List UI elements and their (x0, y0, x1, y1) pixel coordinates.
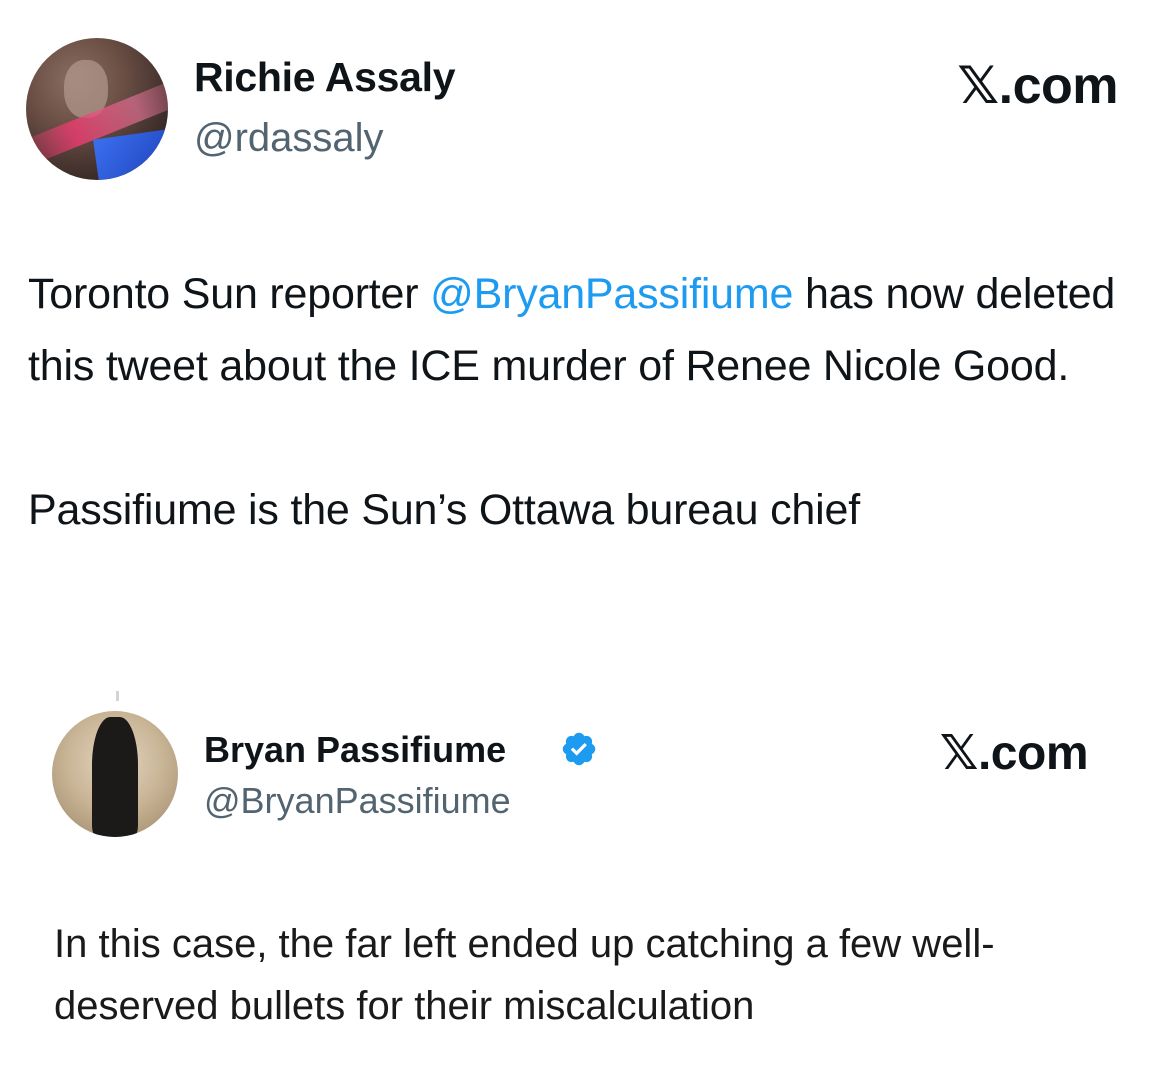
quoted-author-name[interactable]: Bryan Passifiume (204, 729, 506, 771)
x-logo: 𝕏.com (939, 727, 1089, 780)
avatar-screen (93, 128, 168, 180)
verified-badge-icon (562, 732, 596, 766)
avatar-silhouette (92, 717, 138, 837)
author-name[interactable]: Richie Assaly (194, 54, 456, 101)
avatar[interactable] (52, 711, 178, 837)
divider (116, 691, 119, 701)
tweet-text-paragraph: Passifiume is the Sun’s Ottawa bureau ch… (28, 486, 860, 534)
quoted-author-handle[interactable]: @BryanPassifiume (204, 780, 511, 822)
quoted-tweet-text: In this case, the far left ended up catc… (54, 922, 995, 1028)
author-handle[interactable]: @rdassaly (194, 116, 384, 161)
tweet-text-part: Toronto Sun reporter (28, 270, 431, 318)
avatar[interactable] (26, 38, 168, 180)
mention-link[interactable]: @BryanPassifiume (430, 270, 793, 318)
tweet-text: Toronto Sun reporter @BryanPassifiume ha… (28, 258, 1138, 546)
x-logo: 𝕏.com (957, 57, 1118, 115)
